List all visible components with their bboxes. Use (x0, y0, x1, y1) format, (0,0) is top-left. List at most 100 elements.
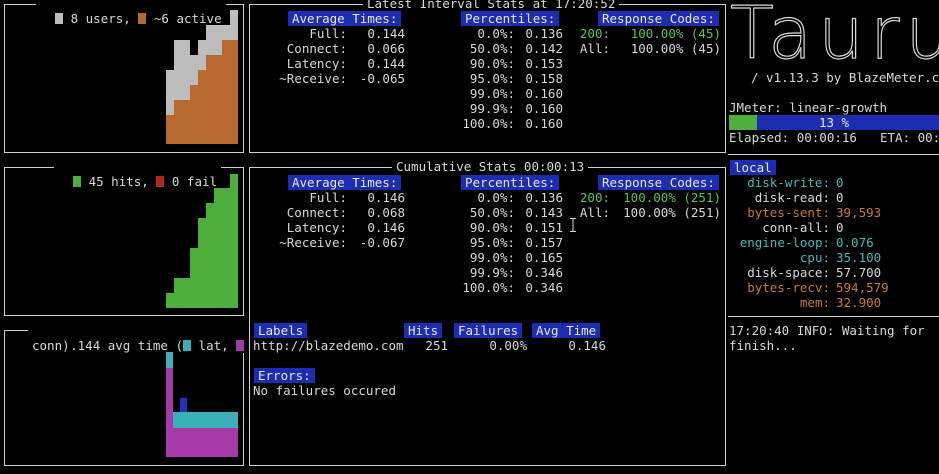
cumulative-pct-label-6: 100.0%: (462, 280, 515, 295)
active-column (182, 100, 190, 144)
label-hits-cell: 251 (425, 338, 448, 353)
avgtime-col-header: Avg Time (532, 323, 601, 338)
local-metric-label-4: engine-loop: (739, 235, 830, 250)
latest-code-value-1: 100.00% (45) (630, 41, 721, 56)
hits-column (174, 278, 182, 308)
cumulative-pct-label-2: 90.0%: (469, 220, 515, 235)
cumulative-pct-value-1: 0.143 (525, 205, 563, 220)
latest-pct-header: Percentiles: (461, 11, 560, 26)
latest-avg-value-2: 0.144 (367, 56, 405, 71)
latest-avg-value-0: 0.144 (367, 26, 405, 41)
avg-column (180, 398, 187, 412)
failures-col-header: Failures (454, 323, 523, 338)
conn-column (173, 428, 238, 457)
local-metric-label-2: bytes-sent: (747, 205, 830, 220)
active-column (174, 100, 182, 144)
latest-avg-label-3: ~Receive: (279, 71, 347, 86)
avg-legend-label: 0.144 avg time ( (62, 338, 184, 353)
conn-column (166, 368, 173, 457)
fail-legend-swatch (156, 176, 165, 187)
hits-column (190, 248, 198, 308)
local-metric-label-6: disk-space: (747, 265, 830, 280)
latest-code-label-0: 200: (579, 26, 610, 41)
executor-label: JMeter: linear-growth (729, 100, 888, 115)
latest-pct-value-6: 0.160 (525, 116, 563, 131)
active-column (190, 85, 198, 144)
hits-legend-swatch (73, 176, 82, 187)
cumulative-avg-value-2: 0.146 (367, 220, 405, 235)
latest-codes-header: Response Codes: (598, 11, 719, 26)
hits-column (206, 203, 214, 308)
cumulative-avg-label-2: Latency: (286, 220, 347, 235)
cumulative-pct-label-4: 99.0%: (469, 250, 515, 265)
latest-avg-label-1: Connect: (286, 41, 347, 56)
local-metric-label-3: conn-all: (762, 220, 830, 235)
latest-pct-label-4: 99.0%: (469, 86, 515, 101)
log-line-2: finish... (729, 338, 797, 353)
local-metric-label-0: disk-write: (747, 175, 830, 190)
latest-avg-value-1: 0.066 (367, 41, 405, 56)
active-column (214, 55, 222, 144)
latest-pct-label-2: 90.0%: (469, 56, 515, 71)
latest-pct-label-3: 95.0%: (469, 71, 515, 86)
local-metric-label-1: disk-read: (754, 190, 830, 205)
latest-pct-value-0: 0.136 (525, 26, 563, 41)
latest-pct-label-6: 100.0%: (462, 116, 515, 131)
cumulative-code-value-1: 100.00% (251) (623, 205, 721, 220)
hits-column (222, 188, 230, 308)
latest-pct-label-5: 99.9%: (469, 101, 515, 116)
local-metric-value-0: 0 (836, 175, 844, 190)
cumulative-avg-value-1: 0.068 (367, 205, 405, 220)
cumulative-pct-value-5: 0.346 (525, 265, 563, 280)
cumulative-avg-label-3: ~Receive: (279, 235, 347, 250)
labels-col-header: Labels (254, 323, 308, 338)
errors-header: Errors: (254, 368, 315, 383)
latest-pct-value-3: 0.158 (525, 71, 563, 86)
hits-graph-legend: 45 hits, 0 fail (54, 159, 222, 189)
version-text: / v1.13.3 by BlazeMeter.com (751, 70, 939, 85)
taurus-logo: Taurus (728, 0, 939, 66)
active-column (222, 40, 230, 144)
local-metric-value-2: 39,593 (836, 205, 882, 220)
local-metric-label-5: cpu: (799, 250, 830, 265)
lat-column (166, 352, 173, 368)
cumulative-pct-label-1: 50.0%: (469, 205, 515, 220)
cumulative-pct-header: Percentiles: (461, 175, 560, 190)
local-metric-value-8: 32.900 (836, 295, 882, 310)
local-header: local (730, 160, 776, 175)
label-avgtime-cell: 0.146 (568, 338, 606, 353)
taurus-logo-graphic: Taurus (729, 0, 939, 66)
local-metric-value-5: 35.100 (836, 250, 882, 265)
hits-legend-label: 45 hits, (88, 174, 149, 189)
hits-col-header: Hits (404, 323, 443, 338)
active-legend-label: ~6 active (153, 11, 222, 26)
cumulative-avg-value-0: 0.146 (367, 190, 405, 205)
cumulative-pct-label-0: 0.0%: (477, 190, 515, 205)
active-column (206, 55, 214, 144)
taurus-logo-text: Taurus (730, 0, 939, 66)
cumulative-title: Cumulative Stats 00:00:13 (392, 159, 589, 174)
lat-legend-label: lat, (198, 338, 229, 353)
latest-avg-label-2: Latency: (286, 56, 347, 71)
local-metric-value-7: 594,579 (836, 280, 889, 295)
latest-pct-value-4: 0.160 (525, 86, 563, 101)
label-failures-cell: 0.00% (489, 338, 527, 353)
errors-text: No failures occured (253, 383, 396, 398)
users-legend-label: 8 users, (70, 11, 131, 26)
cumulative-code-value-0: 100.00% (251) (623, 190, 721, 205)
cumulative-codes-header: Response Codes: (598, 175, 719, 190)
latest-interval-title: Latest Interval Stats at 17:20:52 (363, 0, 620, 11)
eta-text: ETA: 00:01:44 (880, 130, 939, 145)
active-column (230, 40, 238, 144)
latest-pct-value-2: 0.153 (525, 56, 563, 71)
cumulative-pct-value-2: 0.151 (525, 220, 563, 235)
cumulative-pct-value-6: 0.346 (525, 280, 563, 295)
local-metric-value-1: 0 (836, 190, 844, 205)
local-metric-value-6: 57.700 (836, 265, 882, 280)
latest-code-value-0: 100.00% (45) (630, 26, 721, 41)
local-metric-label-7: bytes-recv: (747, 280, 830, 295)
cumulative-pct-label-5: 99.9%: (469, 265, 515, 280)
latest-pct-value-1: 0.142 (525, 41, 563, 56)
elapsed-text: Elapsed: 00:00:16 (729, 130, 857, 145)
latest-pct-value-5: 0.160 (525, 101, 563, 116)
